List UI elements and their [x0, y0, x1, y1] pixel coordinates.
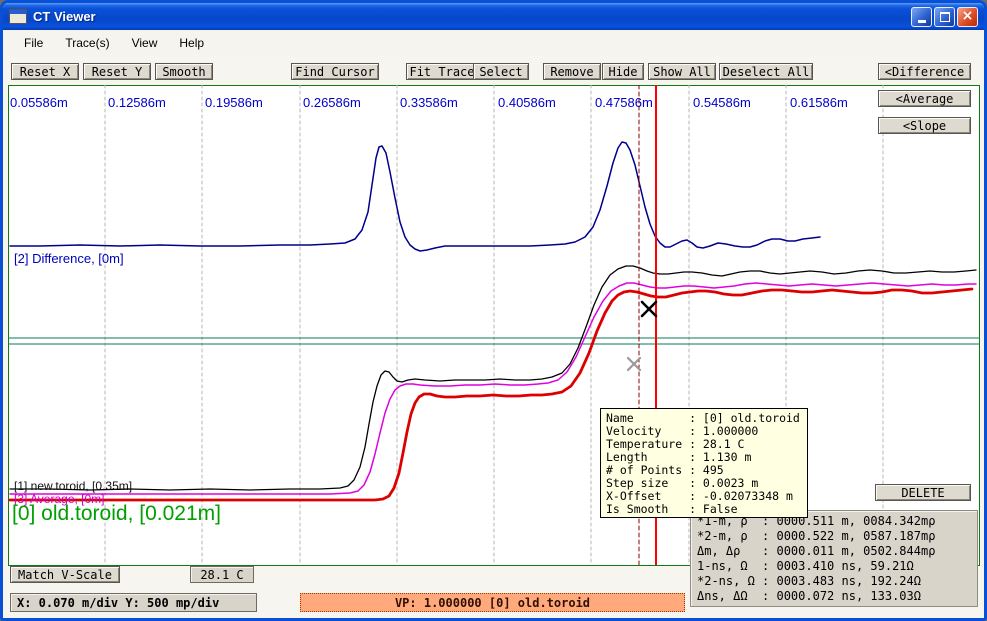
menu-traces[interactable]: Trace(s): [54, 32, 120, 54]
menu-view[interactable]: View: [121, 32, 169, 54]
deselect-all-button[interactable]: Deselect All: [719, 63, 813, 80]
close-button[interactable]: ×: [957, 7, 978, 27]
minimize-icon: [918, 20, 926, 23]
menu-help[interactable]: Help: [168, 32, 215, 54]
menu-bar: File Trace(s) View Help: [3, 30, 984, 56]
window-controls: ×: [909, 7, 978, 27]
x-axis-label: 0.40586m: [498, 95, 556, 110]
show-all-button[interactable]: Show All: [648, 63, 716, 80]
difference-button[interactable]: <Difference: [878, 63, 971, 80]
x-axis-label: 0.54586m: [693, 95, 751, 110]
minimize-button[interactable]: [911, 7, 932, 27]
close-icon: ×: [962, 9, 974, 23]
titlebar[interactable]: CT Viewer ×: [3, 3, 984, 30]
measurements-panel: *1-m, ρ : 0000.511 m, 0084.342mρ *2-m, ρ…: [690, 510, 978, 607]
vp-readout: VP: 1.000000 [0] old.toroid: [300, 593, 685, 612]
trace-label-old-toroid-selected[interactable]: [0] old.toroid, [0.021m]: [12, 502, 221, 526]
trace-label-difference[interactable]: [2] Difference, [0m]: [14, 251, 124, 266]
find-cursor-button[interactable]: Find Cursor: [291, 63, 379, 80]
reset-x-button[interactable]: Reset X: [11, 63, 79, 80]
x-axis-label: 0.05586m: [10, 95, 68, 110]
slope-button[interactable]: <Slope: [878, 117, 971, 134]
average-button[interactable]: <Average: [878, 90, 971, 107]
trace-plot[interactable]: [8, 85, 980, 565]
temperature-readout: 28.1 C: [190, 566, 254, 583]
select-button[interactable]: Select: [473, 63, 529, 80]
hide-button[interactable]: Hide: [602, 63, 644, 80]
x-axis-label: 0.26586m: [303, 95, 361, 110]
x-axis-label: 0.33586m: [400, 95, 458, 110]
scale-readout: X: 0.070 m/div Y: 500 mp/div: [10, 593, 257, 612]
x-axis-label: 0.19586m: [205, 95, 263, 110]
window-title: CT Viewer: [33, 9, 909, 24]
measurement-line: *2-m, ρ : 0000.522 m, 0587.187mρ: [697, 529, 971, 544]
measurement-line: 1-ns, Ω : 0003.410 ns, 59.21Ω: [697, 559, 971, 574]
reset-y-button[interactable]: Reset Y: [83, 63, 151, 80]
x-axis-label: 0.61586m: [790, 95, 848, 110]
measurement-line: *2-ns, Ω : 0003.483 ns, 192.24Ω: [697, 574, 971, 589]
delete-button[interactable]: DELETE: [875, 484, 971, 501]
maximize-icon: [940, 12, 950, 22]
measurement-line: Δns, ΔΩ : 0000.072 ns, 133.03Ω: [697, 589, 971, 604]
maximize-button[interactable]: [934, 7, 955, 27]
remove-button[interactable]: Remove: [543, 63, 601, 80]
fit-trace-button[interactable]: Fit Trace: [406, 63, 478, 80]
x-axis-label: 0.47586m: [595, 95, 653, 110]
tooltip-line-is-smooth: Is Smooth : False: [606, 503, 802, 516]
app-window: CT Viewer × File Trace(s) View Help Rese…: [0, 0, 987, 621]
measurement-line: Δm, Δρ : 0000.011 m, 0502.844mρ: [697, 544, 971, 559]
app-icon: [9, 9, 27, 24]
x-axis-label: 0.12586m: [108, 95, 166, 110]
match-v-scale-button[interactable]: Match V-Scale: [10, 566, 120, 583]
menu-file[interactable]: File: [13, 32, 54, 54]
trace-info-tooltip: Name : [0] old.toroid Velocity : 1.00000…: [600, 408, 808, 518]
trace-label-new-toroid[interactable]: [1] new.toroid, [0.35m]: [14, 479, 132, 493]
smooth-button[interactable]: Smooth: [155, 63, 213, 80]
